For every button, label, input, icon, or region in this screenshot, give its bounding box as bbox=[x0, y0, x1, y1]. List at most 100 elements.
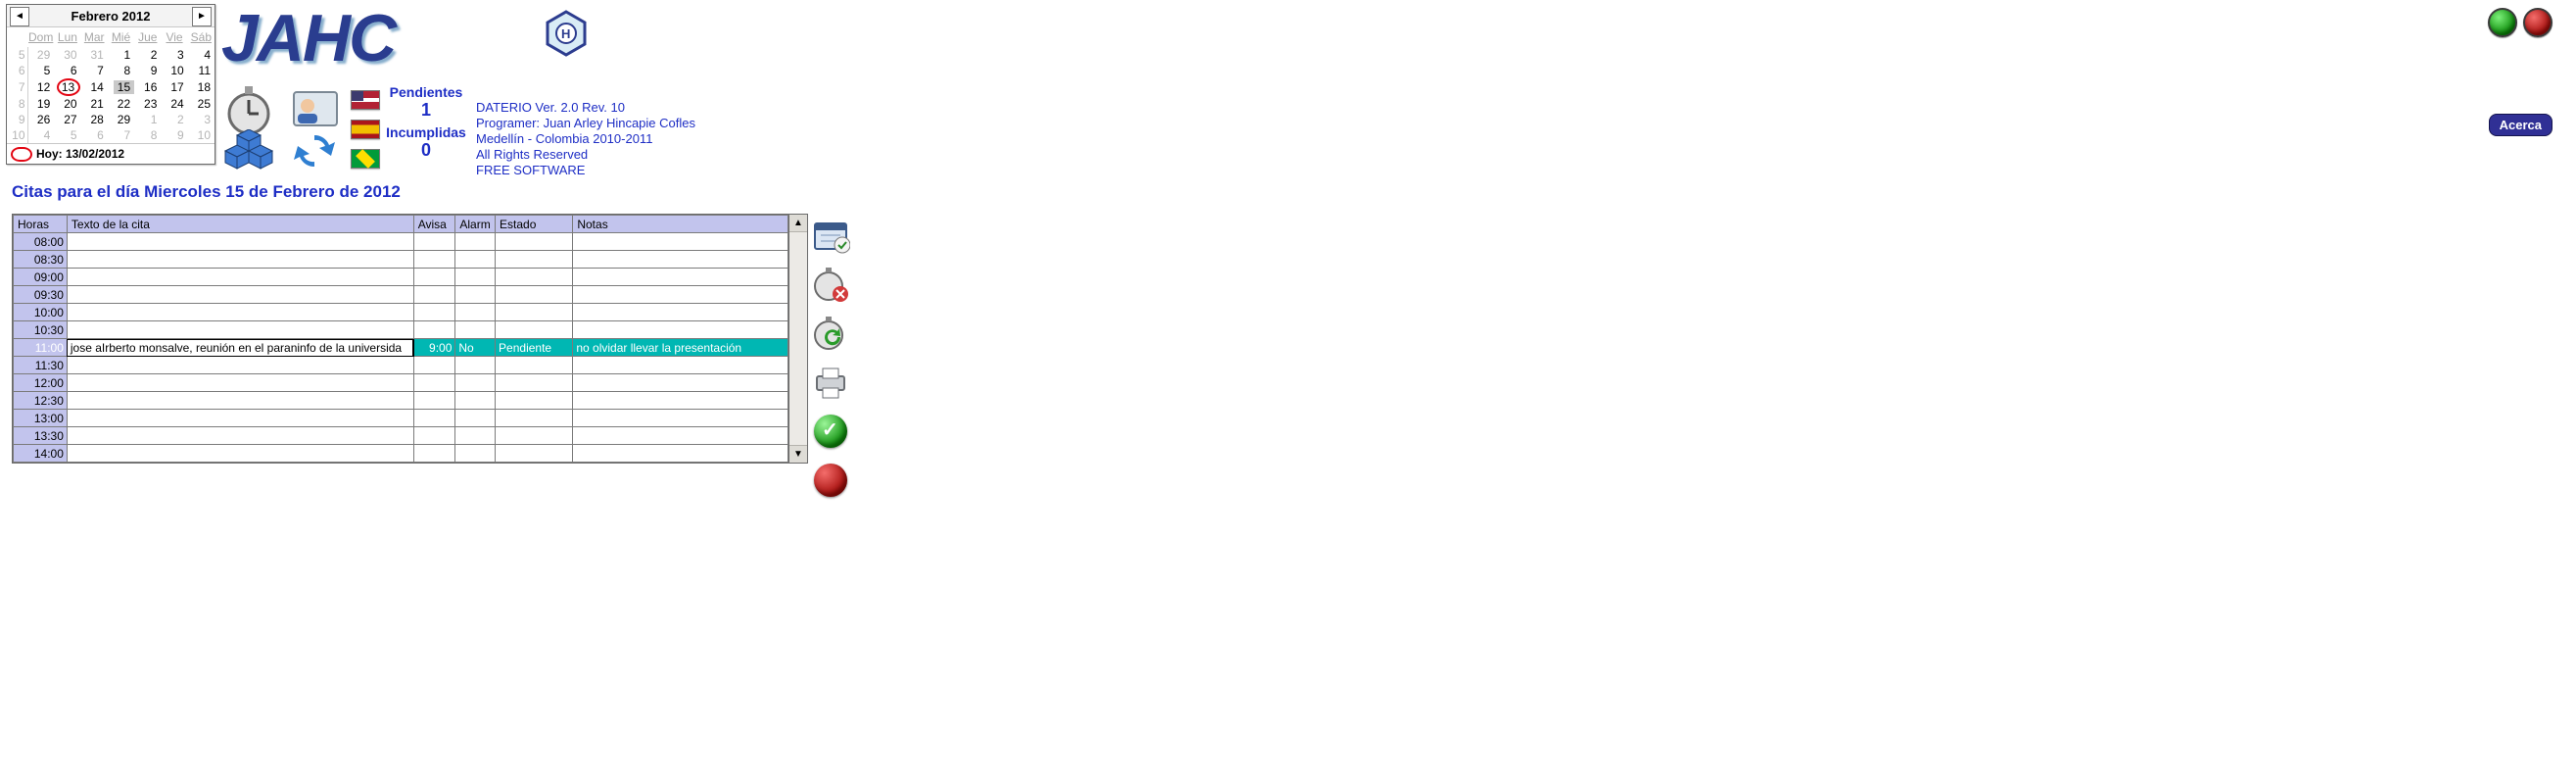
refresh-arrows-icon[interactable] bbox=[290, 129, 339, 172]
calendar-day[interactable]: 3 bbox=[188, 112, 215, 127]
cell-hour[interactable]: 10:00 bbox=[14, 304, 68, 321]
calendar-day[interactable]: 24 bbox=[161, 96, 187, 112]
cell-text[interactable] bbox=[67, 304, 413, 321]
stopwatch-cancel-button[interactable] bbox=[811, 265, 850, 304]
cell-avisa[interactable] bbox=[413, 269, 455, 286]
calendar-day[interactable]: 10 bbox=[188, 127, 215, 143]
calendar-day[interactable]: 31 bbox=[81, 47, 108, 63]
grid-column-header[interactable]: Estado bbox=[496, 216, 573, 233]
cell-hour[interactable]: 12:30 bbox=[14, 392, 68, 410]
calendar-day[interactable]: 29 bbox=[27, 47, 54, 63]
appointments-grid[interactable]: HorasTexto de la citaAvisaAlarmEstadoNot… bbox=[13, 215, 788, 463]
cell-text[interactable] bbox=[67, 410, 413, 427]
table-row[interactable]: 10:00 bbox=[14, 304, 788, 321]
table-row[interactable]: 12:00 bbox=[14, 374, 788, 392]
cell-hour[interactable]: 11:30 bbox=[14, 357, 68, 374]
calendar-day[interactable]: 22 bbox=[108, 96, 134, 112]
table-row[interactable]: 08:30 bbox=[14, 251, 788, 269]
cell-alarm[interactable] bbox=[455, 233, 496, 251]
calendar-day[interactable]: 7 bbox=[108, 127, 134, 143]
calendar-day[interactable]: 1 bbox=[134, 112, 161, 127]
cell-text[interactable] bbox=[67, 233, 413, 251]
cell-text[interactable]: jose aIrberto monsalve, reunión en el pa… bbox=[67, 339, 413, 357]
cell-alarm[interactable] bbox=[455, 427, 496, 445]
cell-hour[interactable]: 11:00 bbox=[14, 339, 68, 357]
cell-estado[interactable] bbox=[496, 374, 573, 392]
cell-estado[interactable] bbox=[496, 286, 573, 304]
cell-notas[interactable] bbox=[573, 269, 788, 286]
table-row[interactable]: 09:00 bbox=[14, 269, 788, 286]
cell-notas[interactable] bbox=[573, 392, 788, 410]
table-row[interactable]: 14:00 bbox=[14, 445, 788, 463]
cell-estado[interactable] bbox=[496, 233, 573, 251]
grid-column-header[interactable]: Horas bbox=[14, 216, 68, 233]
cell-alarm[interactable] bbox=[455, 269, 496, 286]
scroll-up-button[interactable]: ▲ bbox=[789, 215, 807, 232]
calendar-day[interactable]: 10 bbox=[161, 63, 187, 78]
calendar-add-button[interactable] bbox=[811, 216, 850, 255]
calendar-day[interactable]: 19 bbox=[27, 96, 54, 112]
cell-hour[interactable]: 14:00 bbox=[14, 445, 68, 463]
table-row[interactable]: 08:00 bbox=[14, 233, 788, 251]
cell-notas[interactable] bbox=[573, 427, 788, 445]
cell-hour[interactable]: 08:30 bbox=[14, 251, 68, 269]
cell-notas[interactable] bbox=[573, 304, 788, 321]
calendar-day[interactable]: 30 bbox=[54, 47, 80, 63]
cell-alarm[interactable] bbox=[455, 374, 496, 392]
cell-hour[interactable]: 13:30 bbox=[14, 427, 68, 445]
cell-alarm[interactable] bbox=[455, 357, 496, 374]
cell-notas[interactable] bbox=[573, 445, 788, 463]
person-card-icon[interactable] bbox=[290, 84, 341, 135]
table-row[interactable]: 11:30 bbox=[14, 357, 788, 374]
calendar-day[interactable]: 27 bbox=[54, 112, 80, 127]
ok-button[interactable] bbox=[811, 412, 850, 451]
cell-text[interactable] bbox=[67, 427, 413, 445]
cell-hour[interactable]: 09:30 bbox=[14, 286, 68, 304]
flag-us[interactable] bbox=[351, 90, 380, 110]
cell-estado[interactable] bbox=[496, 321, 573, 339]
cell-notas[interactable] bbox=[573, 410, 788, 427]
cell-text[interactable] bbox=[67, 286, 413, 304]
cell-text[interactable] bbox=[67, 251, 413, 269]
today-link[interactable]: Hoy: 13/02/2012 bbox=[7, 143, 215, 164]
calendar-day[interactable]: 9 bbox=[134, 63, 161, 78]
cell-hour[interactable]: 12:00 bbox=[14, 374, 68, 392]
calendar-day[interactable]: 4 bbox=[27, 127, 54, 143]
cell-avisa[interactable] bbox=[413, 251, 455, 269]
calendar-day[interactable]: 14 bbox=[81, 78, 108, 96]
grid-column-header[interactable]: Notas bbox=[573, 216, 788, 233]
cell-avisa[interactable] bbox=[413, 445, 455, 463]
table-row[interactable]: 10:30 bbox=[14, 321, 788, 339]
cell-alarm[interactable] bbox=[455, 321, 496, 339]
cell-text[interactable] bbox=[67, 269, 413, 286]
cell-estado[interactable] bbox=[496, 251, 573, 269]
calendar-day[interactable]: 15 bbox=[108, 78, 134, 96]
cell-hour[interactable]: 10:30 bbox=[14, 321, 68, 339]
cell-hour[interactable]: 08:00 bbox=[14, 233, 68, 251]
cell-notas[interactable] bbox=[573, 357, 788, 374]
cell-avisa[interactable] bbox=[413, 321, 455, 339]
table-row[interactable]: 13:30 bbox=[14, 427, 788, 445]
cell-text[interactable] bbox=[67, 445, 413, 463]
calendar-day[interactable]: 5 bbox=[54, 127, 80, 143]
cell-estado[interactable] bbox=[496, 427, 573, 445]
cell-notas[interactable] bbox=[573, 374, 788, 392]
cell-avisa[interactable] bbox=[413, 286, 455, 304]
table-row[interactable]: 09:30 bbox=[14, 286, 788, 304]
grid-column-header[interactable]: Avisa bbox=[413, 216, 455, 233]
cell-alarm[interactable] bbox=[455, 445, 496, 463]
cell-estado[interactable] bbox=[496, 269, 573, 286]
calendar-day[interactable]: 25 bbox=[188, 96, 215, 112]
calendar-day[interactable]: 11 bbox=[188, 63, 215, 78]
prev-month-button[interactable]: ◄ bbox=[10, 7, 29, 26]
calendar-day[interactable]: 2 bbox=[161, 112, 187, 127]
cell-avisa[interactable]: 9:00 bbox=[413, 339, 455, 357]
about-button[interactable]: Acerca bbox=[2489, 114, 2552, 136]
stopwatch-icon[interactable] bbox=[223, 84, 274, 135]
cell-alarm[interactable] bbox=[455, 251, 496, 269]
cell-alarm[interactable] bbox=[455, 392, 496, 410]
cell-alarm[interactable]: No bbox=[455, 339, 496, 357]
calendar-day[interactable]: 16 bbox=[134, 78, 161, 96]
print-button[interactable] bbox=[811, 363, 850, 402]
cell-alarm[interactable] bbox=[455, 410, 496, 427]
